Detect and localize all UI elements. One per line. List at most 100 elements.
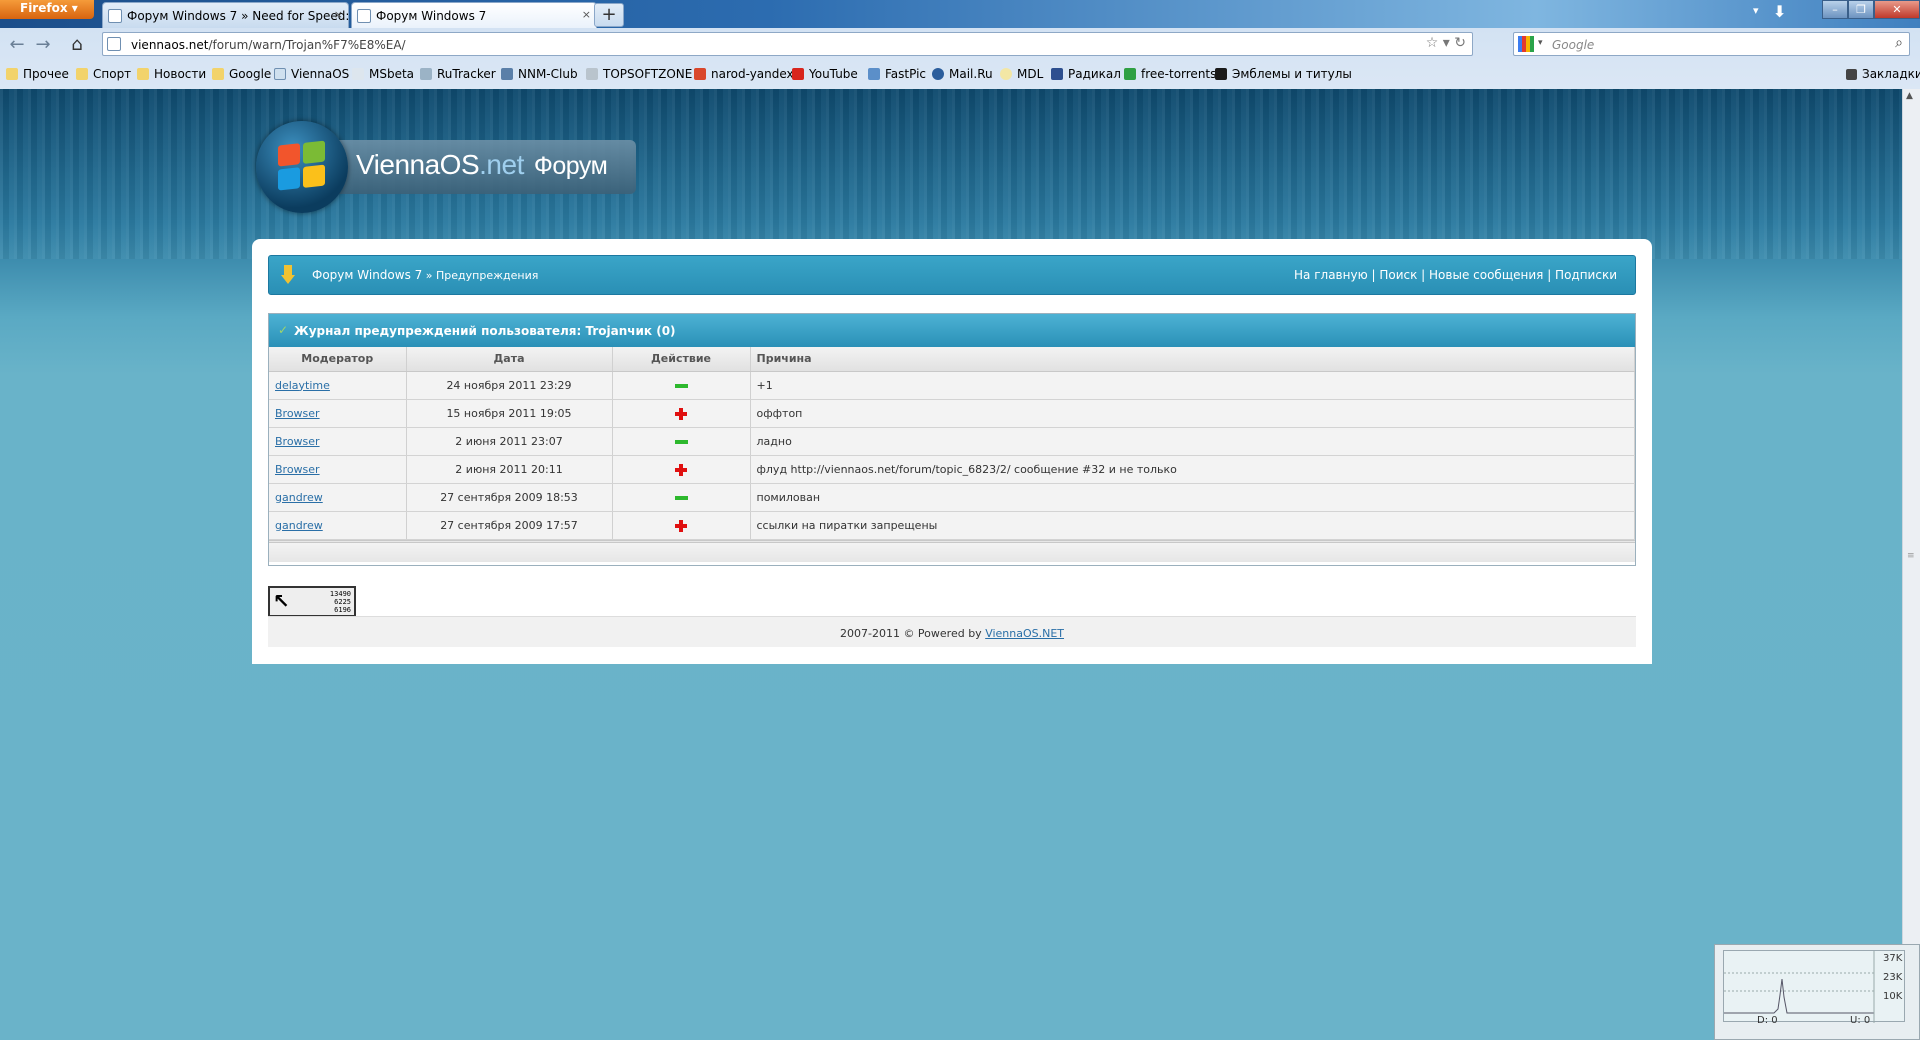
scale-low: 10K (1883, 991, 1903, 1002)
free-torrents-icon (1124, 68, 1136, 80)
bookmark-nnm-club[interactable]: NNM-Club (501, 67, 578, 81)
site-favicon-icon (107, 37, 121, 51)
bookmark-msbeta[interactable]: MSbeta (352, 67, 414, 81)
warning-reason: помилован (750, 483, 1635, 512)
back-icon[interactable]: ← (6, 34, 28, 56)
down-arrow-icon (281, 265, 295, 285)
bookmark-folder-novosti[interactable]: Новости (137, 67, 206, 81)
footer-link[interactable]: ViennaOS.NET (985, 627, 1064, 640)
tab-windows7-forum[interactable]: Форум Windows 7 × (351, 2, 597, 28)
tab-title: Форум Windows 7 (376, 9, 487, 23)
bulb-icon (1000, 68, 1012, 80)
bookmark-rutracker[interactable]: RuTracker (420, 67, 496, 81)
scroll-up-icon[interactable]: ▲ (1906, 91, 1913, 101)
minus-icon (674, 383, 688, 388)
moderator-link[interactable]: Browser (275, 435, 320, 448)
history-dropdown-icon[interactable]: ▾ (1443, 35, 1450, 51)
warning-date: 15 ноября 2011 19:05 (406, 399, 613, 428)
bookmark-folder-prochee[interactable]: Прочее (6, 67, 69, 81)
breadcrumb-root-link[interactable]: Форум Windows 7 (312, 268, 422, 282)
close-window-icon[interactable]: ✕ (1874, 0, 1920, 19)
checkmark-icon: ✓ (278, 323, 289, 337)
moderator-link[interactable]: Browser (275, 407, 320, 420)
firefox-menu-button[interactable]: Firefox ▾ (0, 0, 94, 19)
search-bar[interactable]: ▾ Google ⌕ (1513, 32, 1910, 56)
subscriptions-link[interactable]: Подписки (1555, 268, 1617, 282)
moderator-link[interactable]: gandrew (275, 491, 323, 504)
bookmark-folder-google[interactable]: Google (212, 67, 271, 81)
bookmark-youtube[interactable]: YouTube (792, 67, 858, 81)
maximize-icon[interactable]: ❐ (1848, 0, 1874, 19)
browser-chrome: Firefox ▾ Форум Windows 7 » Need for Spe… (0, 0, 1920, 89)
scroll-grip-icon[interactable]: ≡ (1907, 551, 1915, 561)
bookmark-narod-yandex[interactable]: narod-yandex (694, 67, 794, 81)
google-engine-icon[interactable] (1518, 36, 1534, 52)
bookmark-star-icon[interactable]: ☆ (1426, 35, 1439, 51)
folder-icon (76, 68, 88, 80)
warning-date: 27 сентября 2009 17:57 (406, 511, 613, 540)
search-link[interactable]: Поиск (1379, 268, 1417, 282)
warning-date: 24 ноября 2011 23:29 (406, 371, 613, 400)
warnings-log-title: Журнал предупреждений пользователя: Troj… (294, 324, 676, 338)
table-row: Browser 2 июня 2011 20:11 флуд http://vi… (269, 455, 1635, 484)
reload-icon[interactable]: ↻ (1454, 35, 1466, 51)
scale-mid: 23K (1883, 972, 1903, 983)
search-icon[interactable]: ⌕ (1895, 35, 1903, 51)
page-footer: 2007-2011 © Powered by ViennaOS.NET (268, 616, 1636, 647)
new-posts-link[interactable]: Новые сообщения (1429, 268, 1543, 282)
topsoftzone-icon (586, 68, 598, 80)
tab-title: Форум Windows 7 » Need for Speed: ... (127, 9, 349, 23)
search-placeholder: Google (1552, 38, 1595, 52)
vertical-scrollbar[interactable]: ▲ ≡ ▼ (1902, 89, 1920, 1040)
tab-list-icon[interactable]: ▾ (1753, 4, 1759, 17)
bookmark-free-torrents[interactable]: free-torrents (1124, 67, 1216, 81)
bookmark-folder-sport[interactable]: Спорт (76, 67, 131, 81)
folder-icon (6, 68, 18, 80)
plus-icon (675, 519, 687, 532)
url-bar[interactable]: viennaos.net/forum/warn/Trojan%F7%E8%EA/… (102, 32, 1473, 56)
mailru-icon (932, 68, 944, 80)
fastpic-icon (868, 68, 880, 80)
home-link[interactable]: На главную (1294, 268, 1368, 282)
bookmark-mailru[interactable]: Mail.Ru (932, 67, 993, 81)
bookmarks-menu-button[interactable]: Закладки (1846, 67, 1920, 81)
site-logo[interactable]: ViennaOS.net Форум (256, 121, 636, 213)
forward-icon[interactable]: → (32, 34, 54, 56)
table-row: gandrew 27 сентября 2009 17:57 ссылки на… (269, 511, 1635, 540)
visitor-counter[interactable]: ↖ 13490 6225 6196 (268, 586, 356, 617)
bookmark-emblems[interactable]: Эмблемы и титулы (1215, 67, 1352, 81)
bookmark-viennaos[interactable]: ViennaOS (274, 67, 349, 81)
bookmark-fastpic[interactable]: FastPic (868, 67, 926, 81)
main-panel: Форум Windows 7 » Предупреждения На глав… (252, 239, 1652, 664)
tab-need-for-speed[interactable]: Форум Windows 7 » Need for Speed: ... × (102, 2, 349, 28)
moderator-link[interactable]: Browser (275, 463, 320, 476)
bookmark-topsoftzone[interactable]: TOPSOFTZONE (586, 67, 692, 81)
bookmark-mdl[interactable]: MDL (1000, 67, 1043, 81)
moderator-link[interactable]: gandrew (275, 519, 323, 532)
engine-dropdown-icon[interactable]: ▾ (1538, 38, 1543, 48)
table-header-row: Модератор Дата Действие Причина (269, 347, 1635, 372)
bookmark-radikal[interactable]: Радикал (1051, 67, 1121, 81)
warning-date: 2 июня 2011 20:11 (406, 455, 613, 484)
url-host: viennaos.net (131, 38, 209, 52)
warning-reason: +1 (750, 371, 1635, 400)
table-row: delaytime 24 ноября 2011 23:29 +1 (269, 371, 1635, 400)
breadcrumb-current: Предупреждения (436, 269, 539, 282)
home-icon[interactable]: ⌂ (66, 34, 88, 56)
close-tab-icon[interactable]: × (582, 8, 591, 21)
moderator-link[interactable]: delaytime (275, 379, 330, 392)
rutracker-icon (420, 68, 432, 80)
upload-rate: U: 0 (1850, 1015, 1871, 1026)
logo-text: ViennaOS.net Форум (356, 149, 608, 180)
minimize-icon[interactable]: – (1822, 0, 1848, 19)
nnm-club-icon (501, 68, 513, 80)
youtube-icon (792, 68, 804, 80)
emblems-icon (1215, 68, 1227, 80)
downloads-icon[interactable]: ⬇ (1773, 2, 1786, 21)
traffic-graph-svg (1724, 951, 1875, 1023)
close-tab-icon[interactable]: × (334, 8, 343, 21)
download-rate: D: 0 (1757, 1015, 1778, 1026)
traffic-graph (1723, 950, 1905, 1023)
new-tab-button[interactable]: + (594, 3, 624, 27)
bookmarks-toolbar: Прочее Спорт Новости Google ViennaOS MSb… (0, 64, 1920, 86)
